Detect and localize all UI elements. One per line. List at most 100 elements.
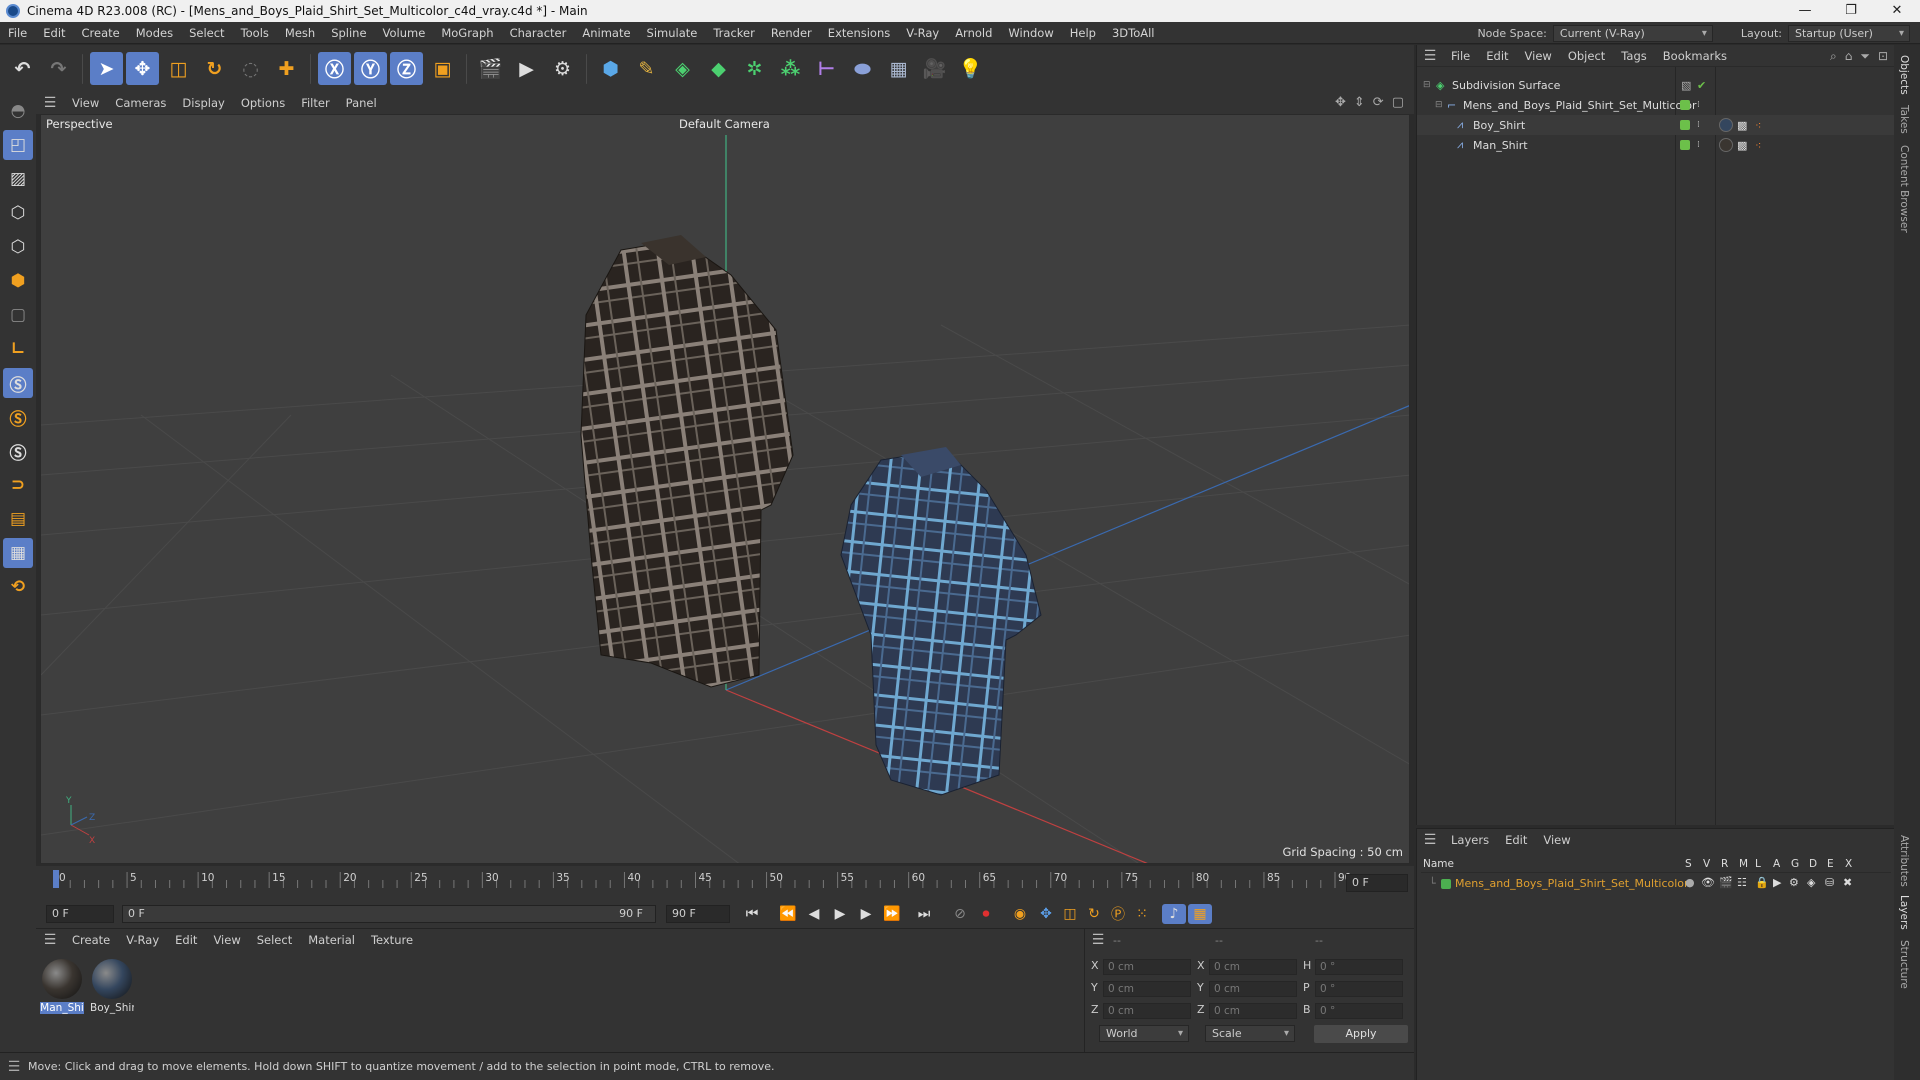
layer-row[interactable]: └ Mens_and_Boys_Plaid_Shirt_Set_Multicol… [1421,875,1891,893]
object-menu-bookmarks[interactable]: Bookmarks [1655,49,1735,63]
apply-button[interactable]: Apply [1314,1025,1408,1043]
layer-solo-icon[interactable]: ● [1685,876,1695,889]
position-x-field[interactable]: 0 cm [1103,959,1191,975]
viewport-menu-icon[interactable]: ☰ [36,95,64,111]
texture-tag-icon[interactable]: ▩ [1737,139,1747,152]
maximize-button[interactable]: ❐ [1828,0,1874,22]
z-axis-lock-icon[interactable]: Ⓩ [390,52,423,85]
camera-icon[interactable]: 🎥 [918,52,951,85]
spline-pen-icon[interactable]: ✎ [630,52,663,85]
live-selection-icon[interactable]: ◌ [234,52,267,85]
layer-menu-icon[interactable]: ☰ [1417,832,1443,848]
tab-structure[interactable]: Structure [1898,940,1910,989]
autokey-icon[interactable]: ⏺ [974,904,998,924]
layer-manager-icon[interactable]: ☷ [1737,876,1747,889]
render-settings-icon[interactable]: ⚙ [546,52,579,85]
collapse-icon[interactable]: ⊟ [1423,80,1431,90]
node-space-dropdown[interactable]: Current (V-Ray) [1552,24,1713,42]
visibility-dots-icon[interactable]: ⁞ [1697,120,1700,130]
material-menu-edit[interactable]: Edit [167,933,205,947]
size-x-field[interactable]: 0 cm [1209,959,1297,975]
layer-menu-edit[interactable]: Edit [1497,833,1535,847]
menu-mesh[interactable]: Mesh [277,22,323,44]
vray-tag-icon[interactable]: ⁖ [1755,119,1761,132]
coordinate-mode-dropdown[interactable]: Scale [1205,1025,1295,1042]
material-menu-select[interactable]: Select [249,933,300,947]
material-swatch-boy-shirt[interactable]: Boy_Shir [90,959,134,1014]
rotation-b-field[interactable]: 0 ° [1315,1003,1403,1019]
menu-help[interactable]: Help [1062,22,1104,44]
home-icon[interactable]: ⌂ [1845,49,1853,64]
layer-col-generators[interactable]: G [1791,858,1799,870]
texture-mode-icon[interactable]: ▨ [3,164,33,194]
viewport-menu-display[interactable]: Display [174,96,232,110]
menu-vray[interactable]: V-Ray [898,22,947,44]
field-icon[interactable]: ⬬ [846,52,879,85]
extrude-generator-icon[interactable]: ◆ [702,52,735,85]
mograph-effector-icon[interactable]: ⁂ [774,52,807,85]
scale-tool-icon[interactable]: ◫ [162,52,195,85]
key-parameter-icon[interactable]: Ⓟ [1106,904,1130,924]
layer-visible-icon[interactable]: 👁 [1701,876,1715,889]
layer-col-view[interactable]: V [1703,858,1710,870]
position-y-field[interactable]: 0 cm [1103,981,1191,997]
layer-col-solo[interactable]: S [1685,858,1692,870]
viewport-menu-cameras[interactable]: Cameras [107,96,174,110]
layer-col-animation[interactable]: A [1773,858,1780,870]
object-menu-icon[interactable]: ☰ [1417,48,1443,64]
floor-icon[interactable]: ▦ [882,52,915,85]
texture-tag-icon[interactable]: ▩ [1737,119,1747,132]
layer-col-expressions[interactable]: E [1827,858,1834,870]
menu-render[interactable]: Render [763,22,820,44]
layer-col-manager[interactable]: M [1739,858,1748,870]
menu-tracker[interactable]: Tracker [705,22,763,44]
select-tool-icon[interactable]: ➤ [90,52,123,85]
next-key-icon[interactable]: ⏩ [880,904,904,924]
current-frame-field[interactable]: 0 F [1346,874,1408,892]
menu-edit[interactable]: Edit [35,22,73,44]
object-menu-object[interactable]: Object [1560,49,1613,63]
prev-frame-icon[interactable]: ◀ [802,904,826,924]
frame-range-slider[interactable]: 0 F 90 F [122,905,656,923]
key-pla-icon[interactable]: ⁙ [1130,904,1154,924]
move-tool-icon[interactable]: ✥ [126,52,159,85]
tab-layers[interactable]: Layers [1898,895,1910,930]
new-window-icon[interactable]: ⊡ [1878,49,1888,64]
make-editable-icon[interactable]: ◓ [3,96,33,126]
menu-mograph[interactable]: MoGraph [433,22,501,44]
layer-animation-icon[interactable]: ▶ [1773,876,1781,889]
status-menu-icon[interactable]: ☰ [0,1059,28,1075]
layer-color-swatch[interactable] [1441,879,1451,889]
layer-render-icon[interactable]: 🎬 [1719,876,1733,889]
layer-col-render[interactable]: R [1721,858,1728,870]
layer-generator-icon[interactable]: ⚙ [1789,876,1799,889]
timeline-ruler[interactable]: 051015202530354045505560657075808590 0 F [36,866,1414,900]
viewport-menu-view[interactable]: View [64,96,107,110]
object-row-shirt-set[interactable]: ⊟ ⌐ Mens_and_Boys_Plaid_Shirt_Set_Multic… [1417,95,1895,115]
minimize-button[interactable]: — [1782,0,1828,22]
object-menu-file[interactable]: File [1443,49,1478,63]
model-mode-icon[interactable]: ◰ [3,130,33,160]
coordinate-space-dropdown[interactable]: World [1099,1025,1189,1042]
axis-mode-icon[interactable]: ∟ [3,334,33,364]
perspective-viewport[interactable]: Y Z X Perspective Default Camera Grid Sp… [40,114,1410,864]
search-icon[interactable]: ⌕ [1830,49,1837,64]
layer-expression-icon[interactable]: ⛁ [1825,876,1834,889]
orbit-view-icon[interactable]: ⟳ [1373,95,1384,110]
goto-start-icon[interactable]: ⏮ [740,904,764,924]
create-tool-icon[interactable]: ✚ [270,52,303,85]
subdivision-surface-icon[interactable]: ◈ [666,52,699,85]
rotate-tool-icon[interactable]: ↻ [198,52,231,85]
layer-col-locked[interactable]: L [1755,858,1761,870]
redo-icon[interactable]: ↷ [42,52,75,85]
size-z-field[interactable]: 0 cm [1209,1003,1297,1019]
layer-menu-view[interactable]: View [1535,833,1578,847]
vray-tag-icon[interactable]: ⁖ [1755,139,1761,152]
material-tag-icon[interactable] [1719,118,1733,132]
render-view-icon[interactable]: 🎬 [474,52,507,85]
timeline-icon[interactable]: ▦ [1188,904,1212,924]
grid-icon[interactable]: ▦ [3,538,33,568]
key-rotation-icon[interactable]: ↻ [1082,904,1106,924]
material-menu-texture[interactable]: Texture [363,933,421,947]
layout-dropdown[interactable]: Startup (User) [1788,24,1910,42]
